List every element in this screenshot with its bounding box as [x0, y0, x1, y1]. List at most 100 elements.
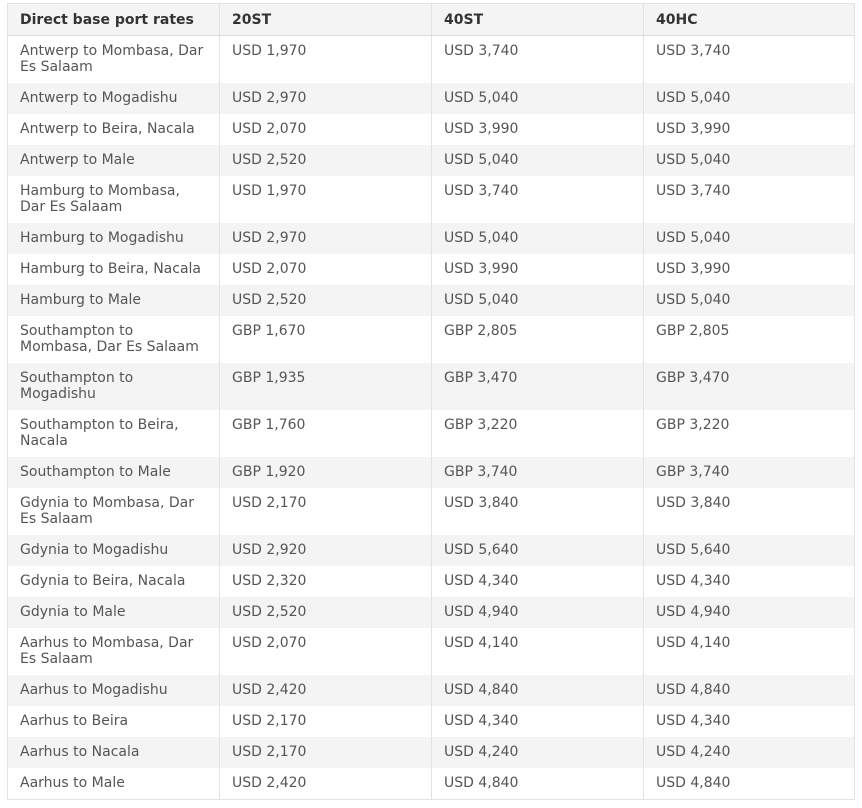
table-row: Aarhus to Beira USD 2,170 USD 4,340 USD 4,3…: [7, 706, 855, 737]
rate-40hc-cell: USD 3,740: [643, 35, 855, 83]
rate-40hc-cell: GBP 3,220: [643, 410, 855, 457]
rate-40st-cell: USD 4,240: [431, 737, 644, 768]
rate-40st-cell: GBP 3,470: [431, 363, 644, 410]
table-row: Aarhus to Mombasa, Dar Es Salaam USD 2,07…: [7, 628, 855, 675]
rate-40st-cell: USD 3,740: [431, 176, 644, 223]
table-row: Antwerp to Beira, Nacala USD 2,070 USD 3,9…: [7, 114, 855, 145]
rate-20st-cell: GBP 1,920: [219, 457, 432, 488]
rate-20st-cell: USD 2,520: [219, 285, 432, 316]
rate-40hc-cell: USD 5,040: [643, 145, 855, 176]
route-cell: Antwerp to Male: [7, 145, 220, 176]
rate-20st-cell: USD 2,320: [219, 566, 432, 597]
rate-20st-cell: USD 2,170: [219, 737, 432, 768]
table-row: Antwerp to Mogadishu USD 2,970 USD 5,040 US…: [7, 83, 855, 114]
rates-table-container: Direct base port rates 20ST 40ST 40HC An…: [7, 3, 855, 800]
table-row: Hamburg to Mombasa, Dar Es Salaam USD 1,9…: [7, 176, 855, 223]
header-40st: 40ST: [431, 3, 644, 36]
rate-20st-cell: USD 1,970: [219, 176, 432, 223]
rate-20st-cell: USD 2,920: [219, 535, 432, 566]
rate-40hc-cell: USD 4,840: [643, 675, 855, 706]
route-cell: Southampton to Beira, Nacala: [7, 410, 220, 457]
table-row: Aarhus to Mogadishu USD 2,420 USD 4,840 USD…: [7, 675, 855, 706]
rate-20st-cell: USD 2,520: [219, 597, 432, 628]
route-cell: Gdynia to Mogadishu: [7, 535, 220, 566]
rate-40hc-cell: GBP 2,805: [643, 316, 855, 363]
rate-40st-cell: GBP 3,220: [431, 410, 644, 457]
route-cell: Hamburg to Mombasa, Dar Es Salaam: [7, 176, 220, 223]
rate-20st-cell: USD 1,970: [219, 35, 432, 83]
rate-40hc-cell: USD 4,840: [643, 768, 855, 800]
route-cell: Aarhus to Mogadishu: [7, 675, 220, 706]
table-row: Southampton to Male GBP 1,920 GBP 3,740 GBP…: [7, 457, 855, 488]
rate-20st-cell: GBP 1,935: [219, 363, 432, 410]
rate-40hc-cell: USD 3,990: [643, 254, 855, 285]
route-cell: Southampton to Male: [7, 457, 220, 488]
table-row: Aarhus to Nacala USD 2,170 USD 4,240 USD 4,…: [7, 737, 855, 768]
rate-40st-cell: USD 3,740: [431, 35, 644, 83]
rate-40hc-cell: GBP 3,470: [643, 363, 855, 410]
rate-40hc-cell: USD 3,840: [643, 488, 855, 535]
route-cell: Southampton to Mogadishu: [7, 363, 220, 410]
rate-20st-cell: USD 2,420: [219, 675, 432, 706]
rate-40st-cell: USD 4,340: [431, 706, 644, 737]
route-cell: Aarhus to Mombasa, Dar Es Salaam: [7, 628, 220, 675]
rate-40st-cell: USD 5,040: [431, 145, 644, 176]
table-row: Antwerp to Male USD 2,520 USD 5,040 USD 5,0…: [7, 145, 855, 176]
route-cell: Gdynia to Mombasa, Dar Es Salaam: [7, 488, 220, 535]
table-row: Gdynia to Mombasa, Dar Es Salaam USD 2,17…: [7, 488, 855, 535]
rate-40st-cell: GBP 3,740: [431, 457, 644, 488]
table-row: Southampton to Beira, Nacala GBP 1,760 GBP…: [7, 410, 855, 457]
rate-40st-cell: USD 3,990: [431, 254, 644, 285]
route-cell: Gdynia to Male: [7, 597, 220, 628]
route-cell: Antwerp to Beira, Nacala: [7, 114, 220, 145]
rate-20st-cell: USD 2,970: [219, 83, 432, 114]
rate-40st-cell: USD 3,990: [431, 114, 644, 145]
rate-20st-cell: USD 2,170: [219, 706, 432, 737]
rate-20st-cell: USD 2,970: [219, 223, 432, 254]
rate-40hc-cell: USD 3,740: [643, 176, 855, 223]
rate-20st-cell: USD 2,070: [219, 114, 432, 145]
rate-40hc-cell: USD 5,040: [643, 83, 855, 114]
rate-20st-cell: GBP 1,670: [219, 316, 432, 363]
rate-20st-cell: USD 2,070: [219, 628, 432, 675]
table-row: Hamburg to Beira, Nacala USD 2,070 USD 3,9…: [7, 254, 855, 285]
table-header: Direct base port rates 20ST 40ST 40HC: [7, 3, 855, 36]
rate-40st-cell: USD 4,840: [431, 768, 644, 800]
table-row: Hamburg to Mogadishu USD 2,970 USD 5,040 US…: [7, 223, 855, 254]
rate-40hc-cell: GBP 3,740: [643, 457, 855, 488]
header-route: Direct base port rates: [7, 3, 220, 36]
rate-40hc-cell: USD 5,040: [643, 223, 855, 254]
rate-40hc-cell: USD 4,340: [643, 706, 855, 737]
rate-40st-cell: USD 3,840: [431, 488, 644, 535]
rate-40st-cell: USD 5,640: [431, 535, 644, 566]
rate-20st-cell: USD 2,070: [219, 254, 432, 285]
port-rates-table: Direct base port rates 20ST 40ST 40HC An…: [7, 3, 855, 800]
table-row: Antwerp to Mombasa, Dar Es Salaam USD 1,9…: [7, 35, 855, 83]
route-cell: Southampton to Mombasa, Dar Es Salaam: [7, 316, 220, 363]
route-cell: Gdynia to Beira, Nacala: [7, 566, 220, 597]
rate-40hc-cell: USD 4,340: [643, 566, 855, 597]
rate-40hc-cell: USD 4,240: [643, 737, 855, 768]
route-cell: Hamburg to Beira, Nacala: [7, 254, 220, 285]
route-cell: Antwerp to Mombasa, Dar Es Salaam: [7, 35, 220, 83]
route-cell: Aarhus to Nacala: [7, 737, 220, 768]
route-cell: Antwerp to Mogadishu: [7, 83, 220, 114]
rate-40st-cell: USD 4,140: [431, 628, 644, 675]
rate-40hc-cell: USD 3,990: [643, 114, 855, 145]
table-row: Hamburg to Male USD 2,520 USD 5,040 USD 5,0…: [7, 285, 855, 316]
rate-20st-cell: USD 2,170: [219, 488, 432, 535]
route-cell: Aarhus to Male: [7, 768, 220, 800]
route-cell: Hamburg to Mogadishu: [7, 223, 220, 254]
header-40hc: 40HC: [643, 3, 855, 36]
rate-40hc-cell: USD 4,140: [643, 628, 855, 675]
rate-40st-cell: USD 5,040: [431, 285, 644, 316]
route-cell: Aarhus to Beira: [7, 706, 220, 737]
table-row: Gdynia to Mogadishu USD 2,920 USD 5,640 USD…: [7, 535, 855, 566]
table-row: Gdynia to Male USD 2,520 USD 4,940 USD 4,94…: [7, 597, 855, 628]
header-20st: 20ST: [219, 3, 432, 36]
rate-40st-cell: USD 5,040: [431, 223, 644, 254]
rate-40hc-cell: USD 4,940: [643, 597, 855, 628]
header-row: Direct base port rates 20ST 40ST 40HC: [7, 3, 855, 36]
table-row: Southampton to Mogadishu GBP 1,935 GBP 3,4…: [7, 363, 855, 410]
route-cell: Hamburg to Male: [7, 285, 220, 316]
